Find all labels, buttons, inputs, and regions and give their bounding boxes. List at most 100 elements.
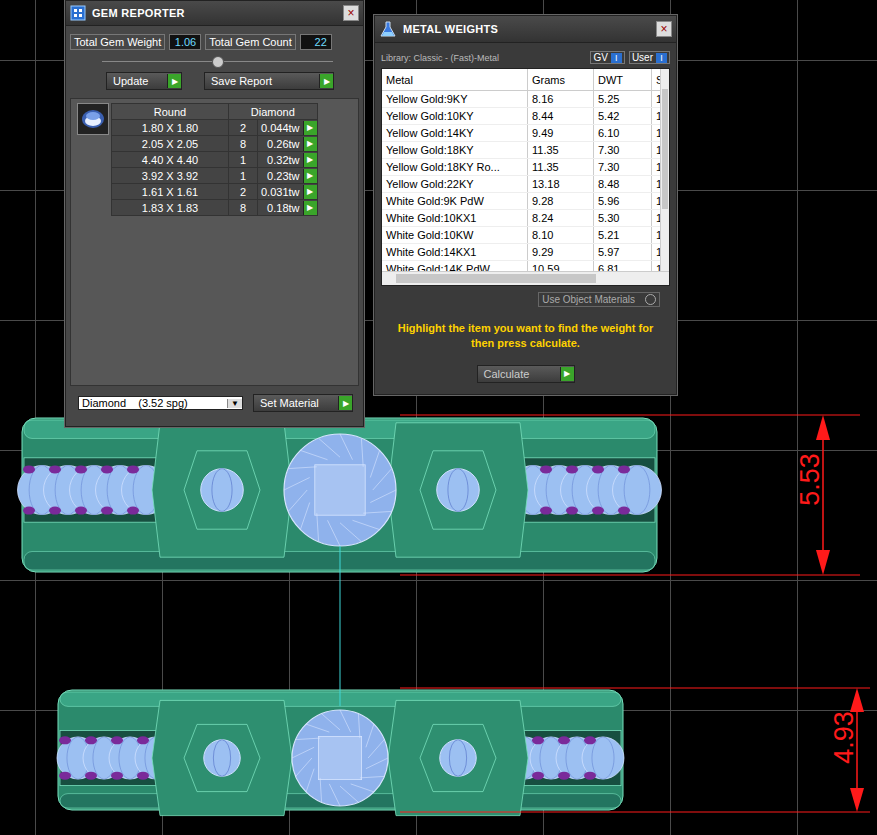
metal-cell: Yellow Gold:22KY [382, 176, 528, 193]
size-cell: 4.40 X 4.40 [112, 152, 229, 168]
count-cell: 8 [229, 200, 258, 216]
toggle-label: GV [593, 52, 607, 63]
toggle-label: User [632, 52, 653, 63]
metal-cell: 9.28 [528, 193, 594, 210]
library-row: Library: Classic - (Fast)-MetalGVIUserI [375, 43, 676, 68]
gem-row[interactable]: 4.40 X 4.4010.32tw▶ [112, 152, 318, 168]
size-cell: 3.92 X 3.92 [112, 168, 229, 184]
count-cell: 1 [229, 168, 258, 184]
column-header: Diamond [229, 104, 318, 120]
size-cell: 2.05 X 2.05 [112, 136, 229, 152]
gem-table: RoundDiamond1.80 X 1.8020.044tw▶2.05 X 2… [111, 103, 318, 216]
slider[interactable] [102, 56, 333, 68]
metal-cell: White Gold:10KW [382, 227, 528, 244]
close-button[interactable]: × [343, 5, 359, 21]
object-materials-row: Use Object Materials [375, 286, 676, 307]
count-cell: 2 [229, 120, 258, 136]
metal-cell: White Gold:14KX1 [382, 244, 528, 261]
scroll-thumb[interactable] [396, 274, 596, 283]
count-cell: 8 [229, 136, 258, 152]
metal-cell: 7.30 [594, 142, 652, 159]
gem-row[interactable]: 1.83 X 1.8380.18tw▶ [112, 200, 318, 216]
slider-knob[interactable] [212, 56, 224, 68]
save-report-button[interactable]: Save Report▶ [204, 72, 334, 90]
metal-cell: 5.25 [594, 91, 652, 108]
toggle-indicator: I [656, 53, 667, 63]
metal-row[interactable]: White Gold:9K PdW9.285.9612.5 [382, 193, 669, 210]
arrow-icon[interactable]: ▶ [303, 121, 317, 135]
column-header[interactable]: Metal [382, 69, 528, 91]
instruction-text: Highlight the item you want to find the … [375, 307, 676, 357]
vertical-scrollbar[interactable] [660, 69, 669, 271]
gem-row[interactable]: 1.61 X 1.6120.031tw▶ [112, 184, 318, 200]
weight-cell: 0.26tw [258, 136, 303, 152]
count-cell: 1 [229, 152, 258, 168]
metal-row[interactable]: Yellow Gold:10KY8.445.4211.4 [382, 108, 669, 125]
library-toggle[interactable]: GVI [590, 51, 624, 64]
arrow-icon[interactable]: ▶ [303, 169, 317, 183]
metal-cell: 7.30 [594, 159, 652, 176]
column-header[interactable]: Grams [528, 69, 594, 91]
metal-row[interactable]: Yellow Gold:18KY11.357.3015.4 [382, 142, 669, 159]
arrow-icon: ▶ [338, 396, 352, 410]
weight-cell: 0.23tw [258, 168, 303, 184]
library-label: Library: Classic - (Fast)-Metal [381, 53, 499, 63]
toggle-dot [645, 294, 656, 305]
select-cell: ▶ [303, 200, 318, 216]
metal-cell: 5.96 [594, 193, 652, 210]
material-dropdown[interactable]: Diamond (3.52 spg) ▼ [78, 396, 243, 410]
arrow-icon[interactable]: ▶ [303, 137, 317, 151]
horizontal-scrollbar[interactable] [382, 271, 669, 285]
gem-row[interactable]: 2.05 X 2.0580.26tw▶ [112, 136, 318, 152]
arrow-icon[interactable]: ▶ [303, 185, 317, 199]
weight-cell: 0.031tw [258, 184, 303, 200]
gem-list-panel: RoundDiamond1.80 X 1.8020.044tw▶2.05 X 2… [70, 98, 359, 386]
flask-icon [379, 20, 397, 38]
metal-row[interactable]: Yellow Gold:9KY8.165.2511.6 [382, 91, 669, 108]
column-header[interactable]: DWT [594, 69, 652, 91]
round-gem-icon [77, 103, 109, 135]
metal-cell: 8.44 [528, 108, 594, 125]
gem-row[interactable]: 1.80 X 1.8020.044tw▶ [112, 120, 318, 136]
metal-cell: 11.35 [528, 159, 594, 176]
button-label: Set Material [260, 397, 319, 409]
dropdown-arrow-icon: ▼ [227, 399, 242, 408]
metal-cell: 8.48 [594, 176, 652, 193]
select-cell: ▶ [303, 152, 318, 168]
dimension-label: 5.53 [795, 453, 826, 506]
arrow-icon[interactable]: ▶ [303, 153, 317, 167]
metal-row[interactable]: White Gold:14KX19.295.9712.6 [382, 244, 669, 261]
metal-cell: 8.10 [528, 227, 594, 244]
table-viewport: MetalGramsDWTSPGYellow Gold:9KY8.165.251… [382, 69, 669, 271]
close-button[interactable]: × [656, 21, 672, 37]
gem-row[interactable]: 3.92 X 3.9210.23tw▶ [112, 168, 318, 184]
metal-cell: 8.24 [528, 210, 594, 227]
size-cell: 1.83 X 1.83 [112, 200, 229, 216]
dimension-label: 4.93 [829, 711, 860, 764]
metal-row[interactable]: Yellow Gold:18KY Ro...11.357.3015.4 [382, 159, 669, 176]
metal-cell: 5.30 [594, 210, 652, 227]
metal-row[interactable]: White Gold:14K PdW10.596.8114.3 [382, 261, 669, 272]
metal-row[interactable]: Yellow Gold:22KY13.188.4817.8 [382, 176, 669, 193]
use-object-materials-toggle[interactable]: Use Object Materials [538, 292, 660, 307]
header-row: RoundDiamond [112, 104, 318, 120]
window-title: METAL WEIGHTS [403, 23, 650, 35]
arrow-icon[interactable]: ▶ [303, 201, 317, 215]
metal-row[interactable]: White Gold:10KX18.245.3011. [382, 210, 669, 227]
library-toggle[interactable]: UserI [629, 51, 670, 64]
total-count-label: Total Gem Count [205, 34, 296, 50]
update-button[interactable]: Update▶ [106, 72, 182, 90]
total-weight-label: Total Gem Weight [70, 34, 165, 50]
metal-cell: 6.81 [594, 261, 652, 272]
toggle-group: GVIUserI [590, 51, 670, 64]
arrow-icon: ▶ [167, 74, 181, 88]
set-material-button[interactable]: Set Material ▶ [253, 394, 353, 412]
weight-cell: 0.32tw [258, 152, 303, 168]
scroll-thumb[interactable] [662, 89, 668, 209]
metal-cell: White Gold:9K PdW [382, 193, 528, 210]
dropdown-value: Diamond (3.52 spg) [82, 397, 188, 409]
calculate-button[interactable]: Calculate▶ [477, 365, 575, 383]
metal-cell: White Gold:10KX1 [382, 210, 528, 227]
metal-row[interactable]: Yellow Gold:14KY9.496.1012.8 [382, 125, 669, 142]
metal-row[interactable]: White Gold:10KW8.105.2110.9 [382, 227, 669, 244]
